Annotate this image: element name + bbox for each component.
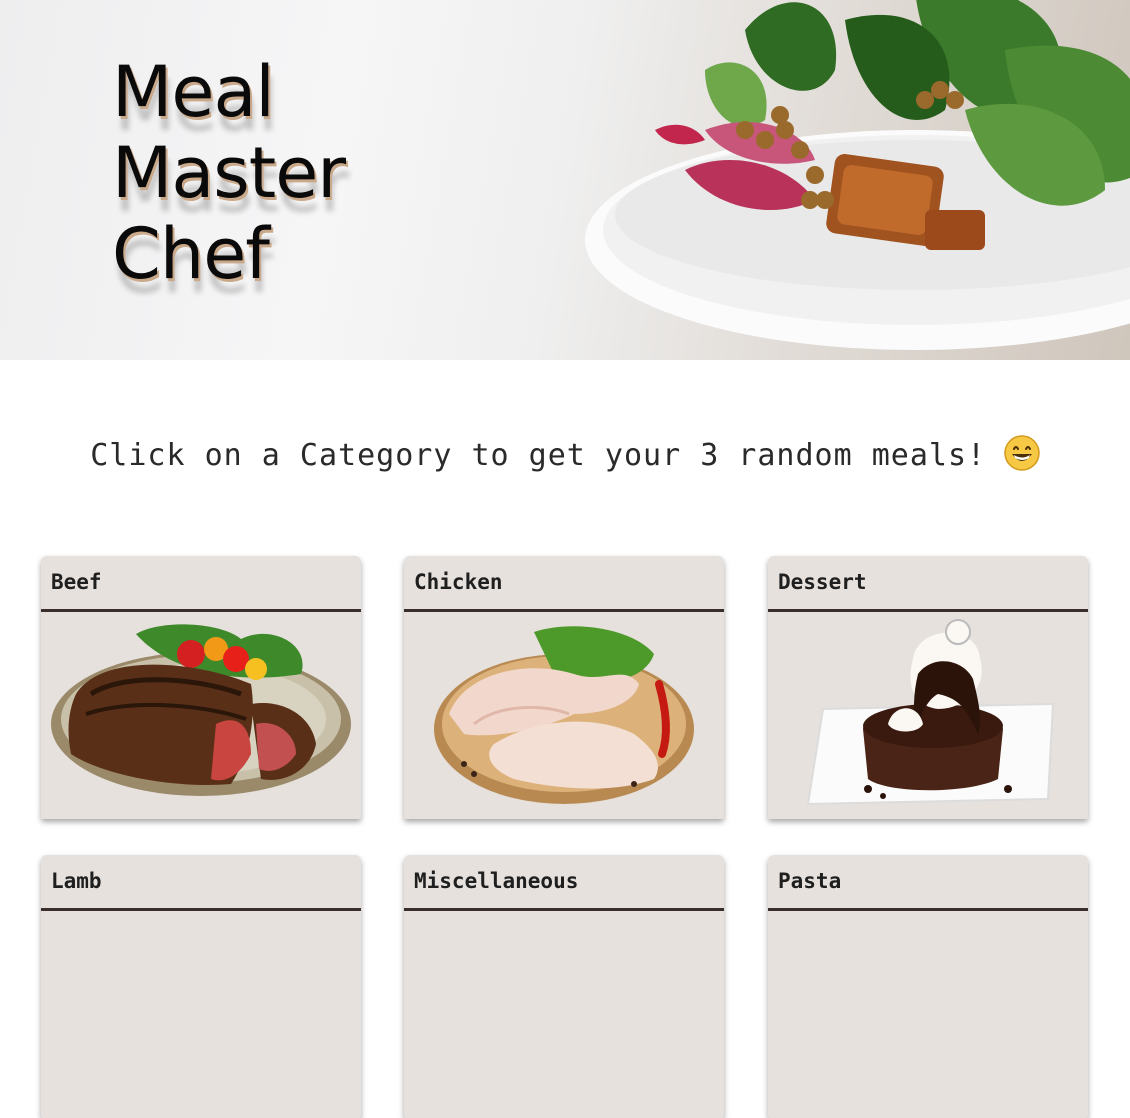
grinning-face-icon xyxy=(1004,435,1040,475)
site-title-line: Master xyxy=(112,132,346,214)
card-header: Beef xyxy=(41,556,361,612)
steak-image xyxy=(51,624,351,796)
tagline-text: Click on a Category to get your 3 random… xyxy=(90,438,987,473)
site-title: Meal Master Chef xyxy=(112,51,346,295)
card-header: Pasta xyxy=(768,855,1088,911)
category-label: Chicken xyxy=(414,570,503,594)
site-title-line: Meal xyxy=(112,51,275,133)
category-label: Miscellaneous xyxy=(414,869,579,893)
category-card-beef[interactable]: Beef xyxy=(41,556,361,819)
hero-banner: Meal Master Chef xyxy=(0,0,1130,360)
category-label: Dessert xyxy=(778,570,867,594)
category-card-chicken[interactable]: Chicken xyxy=(404,556,724,819)
card-header: Miscellaneous xyxy=(404,855,724,911)
category-label: Beef xyxy=(51,570,102,594)
card-header: Chicken xyxy=(404,556,724,612)
category-card-pasta[interactable]: Pasta xyxy=(768,855,1088,1118)
card-header: Lamb xyxy=(41,855,361,911)
chocolate-cake-image xyxy=(806,619,1055,806)
tagline-container: Click on a Category to get your 3 random… xyxy=(0,435,1130,475)
category-card-miscellaneous[interactable]: Miscellaneous xyxy=(404,855,724,1118)
category-label: Pasta xyxy=(778,869,842,893)
salad-bowl-image xyxy=(585,0,1130,350)
category-card-dessert[interactable]: Dessert xyxy=(768,556,1088,819)
site-title-line: Chef xyxy=(112,213,270,295)
category-card-lamb[interactable]: Lamb xyxy=(41,855,361,1118)
raw-chicken-image xyxy=(434,626,694,804)
card-header: Dessert xyxy=(768,556,1088,612)
category-label: Lamb xyxy=(51,869,102,893)
